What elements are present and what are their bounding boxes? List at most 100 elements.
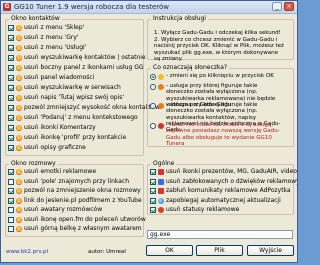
instructions-legend: Instrukcja obsługi — [153, 15, 206, 22]
general-legend: Ogólne — [153, 160, 175, 167]
footer-url-link[interactable]: www.bk2.prv.pl — [6, 249, 48, 255]
contacts-option-row[interactable]: usuń wyszukiwarkę w serwisach — [8, 84, 121, 92]
contacts-option-row[interactable]: usuń ikonkę 'profil' przy kontakcie — [8, 134, 126, 142]
contacts-checkbox[interactable] — [8, 145, 14, 151]
contacts-checkbox[interactable] — [8, 25, 14, 31]
chat-option-row[interactable]: usuń emotki reklamowe — [8, 168, 96, 176]
general-checkbox[interactable] — [150, 197, 156, 204]
general-option-row[interactable]: usuń ikonki prezentów, MG, GaduAIR, vide… — [150, 168, 297, 176]
contacts-checkbox[interactable] — [8, 95, 14, 101]
general-option-row[interactable]: usuń zabłokowanych o dźwięków reklamowyc… — [150, 177, 298, 186]
general-option-label: usuń statusy reklamowe — [166, 206, 240, 213]
exe-path-input[interactable]: gg.exe — [147, 230, 293, 239]
gg-sun-icon — [16, 95, 22, 101]
contacts-option-label: usuń wyszukiwarkę kontaktów | ostatnie — [24, 54, 146, 61]
instructions-text: 1. Wyłącz Gadu-Gadu i odczekaj kilka sek… — [154, 30, 284, 62]
general-checkbox[interactable] — [150, 169, 156, 175]
general-checkbox[interactable] — [150, 207, 156, 213]
contacts-checkbox[interactable] — [8, 115, 14, 121]
exit-button[interactable]: Wyjście — [247, 245, 294, 256]
chat-option-row[interactable]: link do jesienie.pl podfilmem z YouTube — [8, 197, 142, 205]
sun-legend-radio[interactable] — [150, 103, 156, 109]
file-button[interactable]: Plik — [196, 245, 243, 256]
sun-legend-radio[interactable] — [150, 123, 156, 129]
contacts-checkbox[interactable] — [8, 135, 14, 141]
chat-option-row[interactable]: usuń 'pole' znajomych przy linkach — [8, 178, 129, 186]
red-icon — [158, 169, 164, 175]
chat-checkbox[interactable] — [8, 188, 14, 194]
window-title: GG10 Tuner 1.9 wersja robocza dla tester… — [14, 3, 170, 11]
gg-sun-icon — [16, 115, 22, 121]
general-option-label: zabłuń komunikaty reklamowe AdPozytka — [166, 187, 291, 194]
minimize-button[interactable]: _ — [272, 2, 282, 11]
contacts-option-label: usuń ikonkę 'profil' przy kontakcie — [24, 134, 127, 141]
chat-option-row[interactable]: usuń ikonę open.fm do poleceń utworów — [8, 216, 146, 224]
chat-checkbox[interactable] — [8, 169, 14, 175]
contacts-option-row[interactable]: usuń panel wiadomości — [8, 74, 94, 82]
contacts-checkbox[interactable] — [8, 35, 14, 41]
contacts-checkbox[interactable] — [8, 85, 14, 91]
chat-checkbox[interactable] — [8, 216, 14, 223]
contacts-option-label: usuń 'Podaruj' z menu kontekstowego — [24, 114, 138, 121]
contacts-checkbox[interactable] — [8, 55, 14, 61]
general-option-label: usuń zabłokowanych o dźwięków reklamowyc… — [166, 177, 298, 185]
chat-option-row[interactable]: pozwól na zmniejszenie okna rozmowy — [8, 187, 141, 195]
footer-author: autor: Umreal — [88, 249, 126, 255]
chat-checkbox[interactable] — [8, 226, 14, 232]
contacts-option-label: usuń wyszukiwarkę w serwisach — [24, 84, 121, 91]
chat-option-label: usuń awatary rozmówców — [24, 206, 103, 213]
general-option-row[interactable]: usuń statusy reklamowe — [150, 206, 239, 214]
contacts-option-row[interactable]: usuń napis 'Tutaj wpisz swój opis' — [8, 94, 124, 102]
orange-sun-icon — [158, 103, 164, 109]
sun-legend-radio[interactable] — [150, 74, 156, 80]
main-window: G GG10 Tuner 1.9 wersja robocza dla test… — [0, 0, 298, 263]
gg-sun-icon — [16, 226, 22, 232]
chat-checkbox[interactable] — [8, 178, 14, 185]
contacts-option-row[interactable]: usuń z menu 'Sklep' — [8, 24, 84, 32]
sun-legend-radio[interactable] — [150, 84, 156, 90]
contacts-option-row[interactable]: usuń wyszukiwarkę kontaktów | ostatnie — [8, 54, 146, 62]
contacts-option-row[interactable]: usuń 'Podaruj' z menu kontekstowego — [8, 114, 138, 122]
gg-sun-icon — [16, 55, 22, 61]
chat-option-row[interactable]: usuń awatary rozmówców — [8, 206, 102, 214]
instructions-group: Instrukcja obsługi 1. Wyłącz Gadu-Gadu i… — [147, 15, 294, 62]
gg-sun-icon — [16, 216, 22, 223]
contacts-option-row[interactable]: usuń ikonki Komentarzy — [8, 124, 96, 132]
contacts-option-row[interactable]: pozwól zmniejszyć wysokość okna kontaktó… — [8, 104, 160, 112]
gg-sun-icon — [16, 85, 22, 91]
contacts-window-legend: Okno kontaktów — [11, 15, 60, 22]
general-option-row[interactable]: zapobiegaj automatycznej aktualizacji — [150, 197, 281, 205]
gg-sun-icon — [16, 145, 22, 151]
contacts-checkbox[interactable] — [8, 125, 14, 131]
gg-sun-icon — [16, 45, 22, 51]
app-icon: G — [3, 3, 11, 11]
title-bar[interactable]: G GG10 Tuner 1.9 wersja robocza dla test… — [1, 1, 297, 14]
sun-legend-row: - tuner nie może nic zrobić z tą usługą,… — [150, 122, 284, 147]
sun-legend-text: - tuner nie może nic zrobić z tą usługą,… — [166, 122, 280, 147]
chat-checkbox[interactable] — [8, 207, 14, 213]
sun-legend-row: - zmieni się po kliknięciu w przycisk OK — [150, 73, 284, 80]
contacts-option-label: pozwól zmniejszyć wysokość okna kontaktó… — [24, 104, 160, 111]
contacts-option-label: usuń z menu 'Gry' — [24, 34, 79, 41]
close-button[interactable]: × — [284, 2, 294, 11]
gg-sun-icon — [16, 75, 22, 81]
gg-sun-icon — [16, 25, 22, 31]
gg-sun-icon — [16, 207, 22, 213]
chat-option-row[interactable]: usuń górną belkę z własnym awatarem — [8, 225, 142, 233]
ok-button[interactable]: OK — [146, 245, 193, 256]
contacts-checkbox[interactable] — [8, 75, 14, 81]
chat-checkbox[interactable] — [8, 197, 14, 204]
contacts-option-label: usuń opisy graficzne — [24, 144, 86, 151]
contacts-option-row[interactable]: usuń z menu 'Gry' — [8, 34, 79, 42]
contacts-option-label: usuń panel wiadomości — [24, 74, 95, 81]
contacts-checkbox[interactable] — [8, 45, 14, 51]
contacts-checkbox[interactable] — [8, 105, 14, 111]
contacts-option-row[interactable]: usuń z menu 'Usługi' — [8, 44, 86, 52]
contacts-option-row[interactable]: usuń boczny panel z ikonkami usług GG — [8, 64, 144, 72]
contacts-option-label: usuń boczny panel z ikonkami usług GG — [24, 64, 144, 71]
contacts-option-row[interactable]: usuń opisy graficzne — [8, 144, 86, 152]
general-checkbox[interactable] — [150, 188, 156, 194]
general-option-row[interactable]: zabłuń komunikaty reklamowe AdPozytka — [150, 187, 291, 195]
general-checkbox[interactable] — [150, 178, 156, 185]
contacts-checkbox[interactable] — [8, 65, 14, 71]
